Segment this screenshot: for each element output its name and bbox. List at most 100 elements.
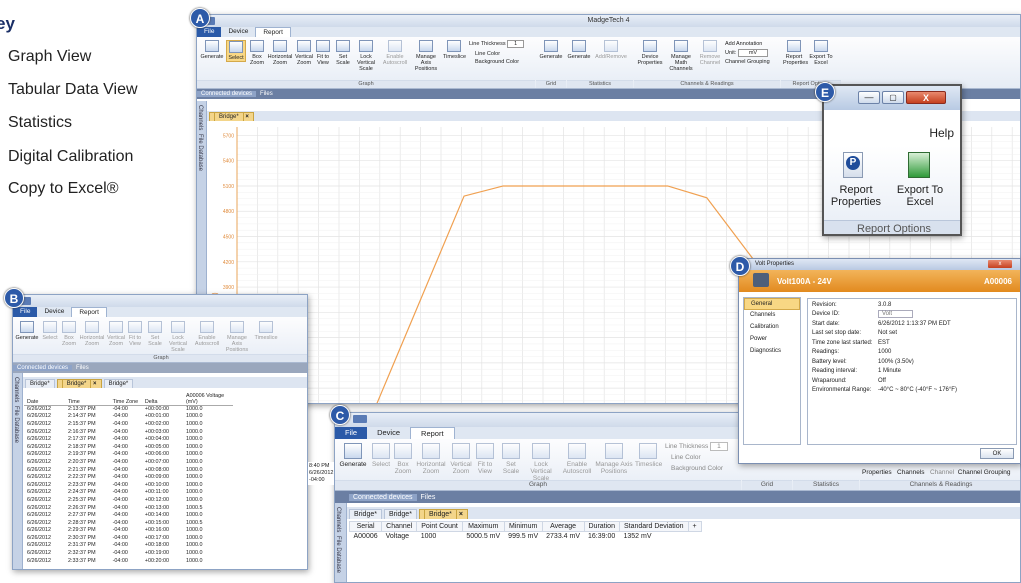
generate-button[interactable]: Generate: [339, 443, 367, 468]
side-channels[interactable]: Channels: [197, 101, 203, 130]
horizontal-zoom-button[interactable]: Horizontal Zoom: [415, 443, 447, 475]
box-zoom-button[interactable]: Box Zoom: [393, 443, 413, 475]
select-button[interactable]: Select: [371, 443, 391, 468]
doc-tab-bridge-2[interactable]: Bridge* ×: [56, 379, 102, 388]
tab-file[interactable]: File: [13, 307, 38, 317]
column-header[interactable]: Standard Deviation: [618, 521, 689, 532]
table-row[interactable]: 6/26/2012 2:21:37 PM -04:00 +00:08:00 1000.0: [24, 466, 233, 474]
table-row[interactable]: 6/26/2012 2:23:37 PM -04:00 +00:10:00 1000.0: [24, 481, 233, 489]
box-zoom-button[interactable]: Box Zoom: [61, 321, 77, 347]
table-row[interactable]: 6/26/2012 2:28:37 PM -04:00 +00:15:00 1000.5: [24, 519, 233, 527]
vertical-zoom-button[interactable]: Vertical Zoom: [106, 321, 126, 347]
generate-button[interactable]: Generate: [200, 40, 224, 60]
column-header[interactable]: Time Zone: [109, 389, 142, 406]
report-properties-button[interactable]: Report Properties: [783, 40, 808, 66]
line-thickness-input[interactable]: 1: [507, 40, 525, 48]
column-header[interactable]: Date: [24, 389, 65, 406]
line-thickness-control[interactable]: Line Thickness 1: [665, 442, 728, 451]
remove-channel-button[interactable]: Remove Channel: [699, 40, 721, 66]
select-button[interactable]: Select: [41, 321, 59, 341]
zoom-export-excel-button[interactable]: [904, 152, 934, 178]
background-color-button[interactable]: Background Color: [671, 465, 723, 472]
doc-tab-bridge-3[interactable]: Bridge* ×: [418, 509, 468, 519]
timeslice-button[interactable]: Timeslice: [635, 443, 662, 468]
horizontal-zoom-button[interactable]: Horizontal Zoom: [267, 40, 293, 66]
c-channel-grouping[interactable]: Channel Grouping: [958, 469, 1011, 476]
table-row[interactable]: 6/26/2012 2:29:37 PM -04:00 +00:16:00 1000.0: [24, 527, 233, 535]
table-row[interactable]: 6/26/2012 2:26:37 PM -04:00 +00:13:00 1000.5: [24, 504, 233, 512]
column-header[interactable]: Minimum: [503, 521, 543, 532]
table-row[interactable]: 6/26/2012 2:13:37 PM -04:00 +00:00:00 1000.0: [24, 405, 233, 413]
nav-power[interactable]: Power: [744, 334, 800, 346]
table-row[interactable]: 6/26/2012 2:18:37 PM -04:00 +00:05:00 1000.0: [24, 443, 233, 451]
line-color-button[interactable]: Line Color: [671, 454, 701, 461]
unit-select[interactable]: mV: [737, 49, 769, 57]
column-header[interactable]: Duration: [583, 521, 620, 532]
tab-device[interactable]: Device: [221, 27, 255, 37]
table-row[interactable]: 6/26/2012 2:19:37 PM -04:00 +00:06:00 1000.0: [24, 451, 233, 459]
close-icon[interactable]: x: [988, 260, 1012, 268]
tab-report[interactable]: Report: [255, 27, 291, 37]
timeslice-button[interactable]: Timeslice: [443, 40, 466, 60]
doc-tab-bridge-2[interactable]: Bridge*: [383, 509, 417, 519]
side-file-database[interactable]: File Database: [13, 402, 19, 443]
vertical-zoom-button[interactable]: Vertical Zoom: [449, 443, 473, 475]
enable-autoscroll-button[interactable]: Enable Autoscroll: [194, 321, 220, 347]
line-thickness-input[interactable]: 1: [710, 442, 728, 451]
nav-calibration[interactable]: Calibration: [744, 322, 800, 334]
add-column-button[interactable]: +: [687, 521, 702, 532]
table-row[interactable]: 6/26/2012 2:24:37 PM -04:00 +00:11:00 1000.0: [24, 489, 233, 497]
tab-connected-devices[interactable]: Connected devices: [349, 493, 417, 501]
column-header[interactable]: Time: [64, 389, 110, 406]
background-color-button[interactable]: Background Color: [475, 59, 519, 65]
grid-generate-button[interactable]: Generate: [539, 40, 563, 60]
table-row[interactable]: 6/26/2012 2:25:37 PM -04:00 +00:12:00 1000.0: [24, 496, 233, 504]
ok-button[interactable]: OK: [980, 448, 1014, 459]
vertical-zoom-button[interactable]: Vertical Zoom: [294, 40, 314, 66]
horizontal-zoom-button[interactable]: Horizontal Zoom: [79, 321, 105, 347]
column-header[interactable]: Average: [541, 521, 585, 532]
line-color-button[interactable]: Line Color: [475, 51, 500, 57]
zoom-report-properties-button[interactable]: P: [838, 152, 868, 178]
close-window-icon[interactable]: X: [906, 91, 946, 104]
table-row[interactable]: 6/26/2012 2:27:37 PM -04:00 +00:14:00 1000.0: [24, 511, 233, 519]
doc-tab-bridge[interactable]: Bridge* ×: [209, 112, 254, 121]
side-channels[interactable]: Channels: [13, 373, 19, 402]
unit-control[interactable]: Unit: mV: [725, 49, 769, 57]
column-header[interactable]: Serial: [348, 521, 383, 532]
table-row[interactable]: 6/26/2012 2:17:37 PM -04:00 +00:04:00 1000.0: [24, 435, 233, 443]
close-icon[interactable]: ×: [93, 381, 97, 387]
set-scale-button[interactable]: Set Scale: [501, 443, 521, 475]
table-row[interactable]: 6/26/2012 2:33:37 PM -04:00 +00:20:00 1000.0: [24, 557, 233, 565]
column-header[interactable]: Channel: [381, 521, 418, 532]
tab-connected-devices[interactable]: Connected devices: [13, 365, 73, 371]
nav-general[interactable]: General: [744, 298, 800, 310]
nav-diagnostics[interactable]: Diagnostics: [744, 346, 800, 358]
fit-to-view-button[interactable]: Fit to View: [475, 443, 495, 475]
set-scale-button[interactable]: Set Scale: [147, 321, 163, 347]
fit-to-view-button[interactable]: Fit to View: [127, 321, 143, 347]
enable-autoscroll-button[interactable]: Enable Autoscroll: [561, 443, 593, 475]
tab-file[interactable]: File: [335, 427, 368, 439]
add-remove-button[interactable]: Add/Remove: [595, 40, 627, 60]
tab-report[interactable]: Report: [410, 427, 455, 439]
tab-device[interactable]: Device: [367, 427, 410, 439]
side-file-database[interactable]: File Database: [335, 532, 341, 573]
add-annotation-button[interactable]: Add Annotation: [725, 41, 762, 47]
export-to-excel-button[interactable]: Export To Excel: [809, 40, 833, 66]
nav-channels[interactable]: Channels: [744, 310, 800, 322]
table-row[interactable]: 6/26/2012 2:20:37 PM -04:00 +00:07:00 1000.0: [24, 458, 233, 466]
enable-autoscroll-button[interactable]: Enable Autoscroll: [382, 40, 408, 66]
tab-files[interactable]: Files: [417, 494, 440, 501]
lock-vertical-scale-button[interactable]: Lock Vertical Scale: [164, 321, 192, 353]
table-row[interactable]: 6/26/2012 2:14:37 PM -04:00 +00:01:00 1000.0: [24, 413, 233, 421]
set-scale-button[interactable]: Set Scale: [335, 40, 351, 66]
manage-axis-positions-button[interactable]: Manage Axis Positions: [222, 321, 252, 353]
manage-math-channels-button[interactable]: Manage Math Channels: [665, 40, 697, 72]
property-value[interactable]: Volt: [878, 310, 914, 319]
column-header[interactable]: A00006 Voltage (mV): [183, 389, 233, 406]
lock-vertical-scale-button[interactable]: Lock Vertical Scale: [523, 443, 559, 482]
c-channel[interactable]: Channel: [930, 469, 954, 476]
side-channels[interactable]: Channels: [335, 503, 341, 532]
channel-grouping-button[interactable]: Channel Grouping: [725, 59, 770, 65]
